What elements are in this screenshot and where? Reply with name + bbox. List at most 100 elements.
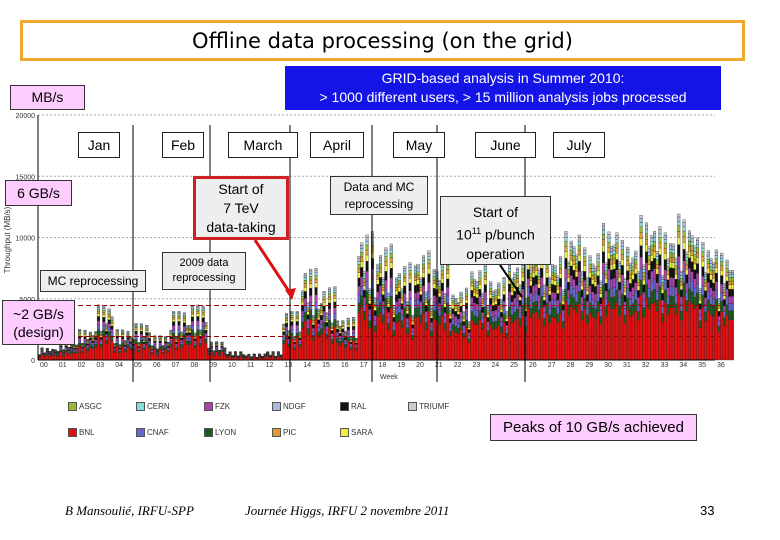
bar-segment-cern (432, 273, 436, 277)
bar-segment-cern (330, 324, 334, 326)
bar-segment-bnl (193, 347, 197, 361)
bar-segment-ndgf (706, 252, 710, 257)
bar-segment-cern (612, 250, 616, 255)
bar-segment-triumf (405, 301, 409, 303)
bar-segment-bnl (91, 348, 95, 361)
bar-segment-cern (666, 263, 670, 267)
bar-segment-lyon (346, 336, 350, 342)
bar-segment-cnaf (188, 337, 192, 342)
bar-segment-triumf (376, 263, 380, 267)
bar-segment-ral (102, 317, 106, 322)
bar-segment-sara (666, 274, 670, 280)
bar-segment-pic (78, 332, 82, 335)
bar-segment-cnaf (693, 287, 697, 298)
bar-segment-sara (497, 294, 501, 300)
bar-segment-cnaf (196, 325, 200, 330)
bar-segment-asgc (467, 324, 471, 327)
bar-segment-cern (658, 233, 662, 238)
bar-segment-asgc (416, 271, 420, 276)
bar-segment-ndgf (725, 261, 729, 266)
bar-segment-bnl (526, 308, 530, 361)
bar-segment-pic (134, 327, 138, 330)
bar-segment-pic (677, 231, 681, 238)
bar-segment-lyon (494, 321, 498, 329)
bar-segment-cern (403, 270, 407, 274)
bar-segment-asgc (438, 286, 442, 290)
bar-segment-asgc (728, 277, 732, 282)
bar-segment-asgc (470, 278, 474, 283)
bar-segment-ral (432, 288, 436, 296)
bar-segment-bnl (306, 334, 310, 361)
bar-segment-sara (585, 290, 589, 295)
bar-segment-lyon (486, 330, 490, 336)
bar-segment-pic (344, 334, 348, 337)
bar-segment-triumf (593, 266, 597, 269)
bar-segment-ndgf (518, 285, 522, 289)
bar-segment-ral (728, 289, 732, 297)
bar-segment-cern (282, 325, 286, 328)
bunch-sup: 11 (471, 226, 482, 236)
bar-segment-triumf (333, 286, 337, 289)
bar-segment-sara (722, 295, 726, 300)
bar-segment-pic (693, 259, 697, 265)
bar-segment-cern (201, 308, 205, 311)
bar-segment-bnl (709, 314, 713, 361)
bar-segment-cnaf (174, 345, 178, 348)
bar-segment-lyon (526, 296, 530, 309)
bar-segment-asgc (387, 298, 391, 302)
bar-segment-asgc (636, 278, 640, 283)
bar-segment-cern (569, 246, 573, 251)
bar-segment-triumf (548, 277, 552, 280)
bar-segment-fzk (201, 321, 205, 327)
bar-segment-asgc (430, 311, 434, 314)
bar-segment-cern (373, 300, 377, 303)
bar-segment-ndgf (712, 264, 716, 268)
bar-segment-sara (658, 247, 662, 255)
bar-segment-sara (499, 309, 503, 313)
bar-segment-asgc (701, 251, 705, 257)
peaks-label: Peaks of 10 GB/s achieved (490, 414, 697, 441)
bar-segment-sara (147, 336, 151, 339)
bar-segment-cern (430, 309, 434, 312)
bar-segment-cnaf (368, 314, 372, 321)
bar-segment-asgc (572, 255, 576, 261)
bar-segment-cnaf (215, 348, 219, 351)
bar-segment-cern (190, 308, 194, 311)
bar-segment-lyon (537, 309, 541, 320)
bar-segment-pic (591, 275, 595, 280)
bar-segment-ral (397, 291, 401, 299)
bar-segment-sara (322, 302, 326, 306)
bar-segment-bnl (408, 316, 412, 361)
bar-segment-cnaf (346, 333, 350, 338)
bar-segment-asgc (628, 270, 632, 275)
bar-segment-ral (153, 340, 157, 343)
bar-segment-pic (577, 249, 581, 256)
bar-segment-triumf (462, 311, 466, 313)
bar-segment-lyon (596, 301, 600, 313)
bar-segment-ndgf (623, 279, 627, 283)
bar-segment-triumf (427, 250, 431, 254)
bar-segment-ral (658, 254, 662, 266)
bar-segment-sara (78, 334, 82, 336)
bar-segment-cnaf (107, 327, 111, 333)
bar-segment-ral (325, 322, 329, 327)
bar-segment-sara (373, 307, 377, 311)
bar-segment-ral (548, 294, 552, 302)
bar-segment-cnaf (572, 288, 576, 298)
bar-segment-bnl (199, 346, 203, 361)
bar-segment-cnaf (201, 326, 205, 331)
bar-segment-cern (497, 286, 501, 290)
bar-segment-triumf (612, 244, 616, 248)
bar-segment-bnl (134, 343, 138, 361)
bar-segment-triumf (346, 317, 350, 320)
bar-segment-cern (591, 268, 595, 272)
bar-segment-lyon (67, 352, 71, 355)
bar-segment-sara (706, 267, 710, 274)
bar-segment-fzk (717, 315, 721, 322)
bar-segment-cern (663, 239, 667, 244)
bar-segment-triumf (330, 322, 334, 324)
bar-segment-ral (593, 286, 597, 295)
bar-segment-sara (392, 314, 396, 318)
legend-swatch (68, 428, 77, 437)
bar-segment-lyon (717, 325, 721, 333)
